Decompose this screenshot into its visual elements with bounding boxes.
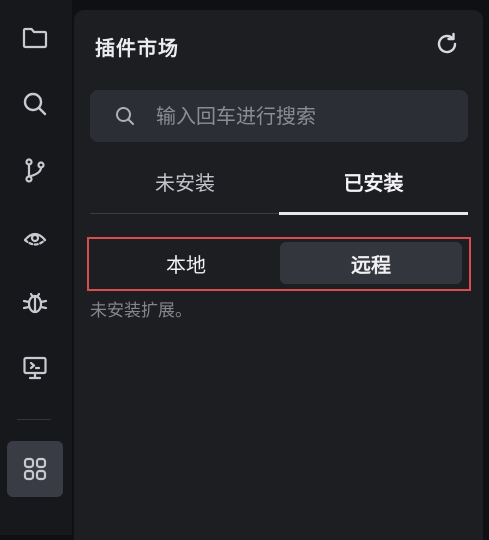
search-icon — [23, 92, 47, 116]
empty-message: 未安装扩展。 — [90, 301, 192, 321]
extensions-panel: 插件市场 未安装 已安装 本地 远程 未安装扩展。 — [74, 10, 483, 540]
tab-uninstalled[interactable]: 未安装 — [90, 167, 280, 213]
extensions-button[interactable] — [7, 441, 63, 497]
folder-icon — [22, 27, 48, 49]
segment-local[interactable]: 本地 — [94, 242, 278, 284]
source-control-button[interactable] — [7, 142, 63, 198]
eye-icon — [23, 232, 47, 246]
source-control-icon — [25, 158, 45, 183]
preview-button[interactable] — [7, 208, 63, 264]
remote-explorer-button[interactable] — [7, 340, 63, 396]
remote-explorer-icon — [23, 356, 47, 380]
search-icon — [114, 105, 136, 127]
explorer-button[interactable] — [7, 10, 63, 66]
active-tab-indicator — [279, 212, 468, 215]
debug-bug-icon — [22, 292, 48, 314]
activity-bar — [0, 0, 72, 535]
extensions-grid-icon — [23, 457, 47, 481]
search-button[interactable] — [7, 76, 63, 132]
debug-button[interactable] — [7, 274, 63, 330]
refresh-icon — [437, 32, 457, 54]
tab-installed[interactable]: 已安装 — [279, 167, 468, 213]
refresh-button[interactable] — [433, 30, 461, 58]
panel-title: 插件市场 — [95, 36, 179, 60]
search-input[interactable] — [154, 103, 458, 129]
search-box[interactable] — [90, 90, 468, 142]
activity-divider — [17, 419, 51, 420]
segment-remote[interactable]: 远程 — [280, 242, 462, 284]
